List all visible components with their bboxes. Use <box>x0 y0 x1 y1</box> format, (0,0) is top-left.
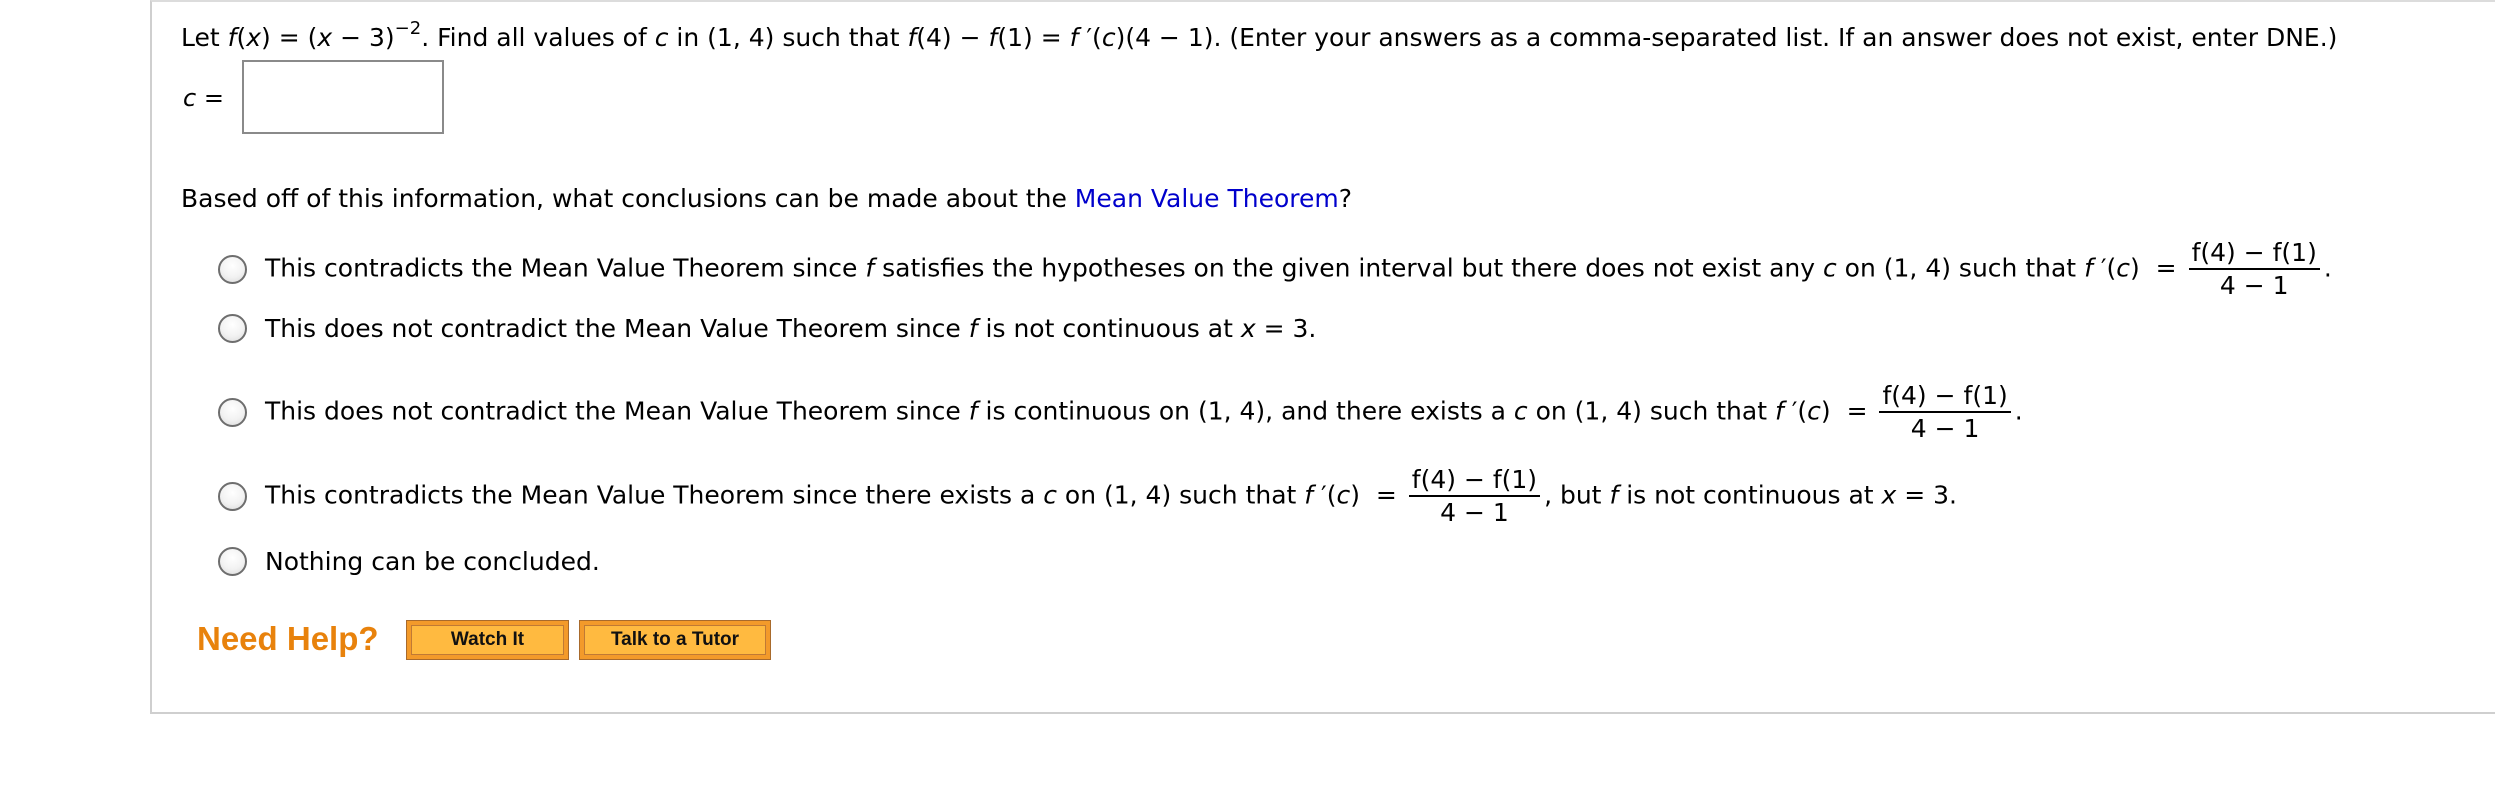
math-variable: c <box>2116 253 2131 283</box>
math-variable: f <box>968 396 978 426</box>
option-text-segment: ′( <box>1783 396 1808 426</box>
option-text-segment: , but <box>1544 480 1610 510</box>
fraction-denominator: 4 − 1 <box>1440 498 1509 528</box>
radio-button[interactable] <box>218 254 247 284</box>
radio-button[interactable] <box>218 547 247 576</box>
prompt-text: ? <box>1338 184 1352 213</box>
option-text: This contradicts the Mean Value Theorem … <box>265 237 2332 302</box>
q-text: (4) − <box>916 23 989 52</box>
option-text-segment: This contradicts the Mean Value Theorem … <box>265 480 1044 510</box>
math-variable: f <box>865 253 875 283</box>
q-math: c <box>654 23 669 52</box>
c-answer-input[interactable] <box>242 60 444 134</box>
math-variable: f <box>968 314 978 343</box>
radio-button[interactable] <box>218 397 247 427</box>
q-text: in (1, 4) such that <box>668 23 908 52</box>
q-text: ′( <box>1078 23 1102 52</box>
fraction-numerator: f(4) − f(1) <box>1879 380 2011 414</box>
option-text-segment: ) = <box>2130 253 2185 283</box>
option-text-segment: ) = <box>1350 480 1405 510</box>
option-text-segment: satisfies the hypotheses on the given in… <box>874 253 1823 283</box>
q-text: Let <box>181 23 228 52</box>
radio-button[interactable] <box>218 481 247 511</box>
option-text-segment: is continuous on (1, 4), and there exist… <box>977 396 1514 426</box>
option-text-segment: ) = <box>1820 396 1876 426</box>
fraction-numerator: f(4) − f(1) <box>2188 237 2320 271</box>
math-variable: f <box>2084 253 2093 283</box>
math-variable: x <box>1240 314 1256 343</box>
q-text: − 3) <box>332 23 395 52</box>
answer-option-3[interactable]: This does not contradict the Mean Value … <box>218 380 2023 445</box>
math-variable: c <box>1822 253 1837 283</box>
watch-it-label: Watch It <box>411 625 564 655</box>
mean-value-theorem-link[interactable]: Mean Value Theorem <box>1075 184 1339 213</box>
math-variable: c <box>1807 396 1821 426</box>
option-text-segment: This contradicts the Mean Value Theorem … <box>265 253 866 283</box>
option-text: This contradicts the Mean Value Theorem … <box>265 464 1957 529</box>
talk-to-tutor-button[interactable]: Talk to a Tutor <box>579 620 771 660</box>
mvt-prompt: Based off of this information, what conc… <box>181 184 1352 213</box>
option-text-segment: = 3. <box>1896 480 1958 510</box>
q-math: c <box>1101 23 1116 52</box>
question-text: Let f(x) = (x − 3)−2. Find all values of… <box>181 18 2337 52</box>
option-text-segment: ′( <box>1313 480 1337 510</box>
radio-button[interactable] <box>218 314 247 343</box>
option-text-segment: on (1, 4) such that <box>1056 480 1305 510</box>
option-text-segment: on (1, 4) such that <box>1836 253 2085 283</box>
fraction: f(4) − f(1) 4 − 1 <box>2188 237 2320 302</box>
option-text-segment: = 3. <box>1255 314 1317 343</box>
option-text-segment: . <box>2014 396 2023 426</box>
answer-option-1[interactable]: This contradicts the Mean Value Theorem … <box>218 237 2332 302</box>
option-text-segment: This does not contradict the Mean Value … <box>265 314 969 343</box>
question-panel <box>150 0 2495 714</box>
math-variable: f <box>1609 480 1619 510</box>
math-variable: f <box>1774 396 1784 426</box>
option-text: This does not contradict the Mean Value … <box>265 380 2023 445</box>
q-exponent: −2 <box>394 18 422 39</box>
need-help-label: Need Help? <box>197 620 379 657</box>
answer-option-4[interactable]: This contradicts the Mean Value Theorem … <box>218 464 1957 529</box>
fraction-denominator: 4 − 1 <box>2219 271 2289 301</box>
q-text: ( <box>236 23 247 52</box>
q-text: . Find all values of <box>421 23 655 52</box>
c-label: c = <box>183 84 224 112</box>
q-text: )(4 − 1). (Enter your answers as a comma… <box>1115 23 2338 52</box>
option-text-segment: This does not contradict the Mean Value … <box>265 396 969 426</box>
math-variable: x <box>1881 480 1897 510</box>
prompt-text: Based off of this information, what conc… <box>181 184 1075 213</box>
q-text: ) = ( <box>261 23 318 52</box>
fraction: f(4) − f(1) 4 − 1 <box>1879 380 2011 445</box>
answer-option-5[interactable]: Nothing can be concluded. <box>218 547 600 576</box>
q-math: x <box>246 23 261 52</box>
option-text-segment: ′( <box>2092 253 2117 283</box>
option-text-segment: on (1, 4) such that <box>1527 396 1775 426</box>
q-text: (1) = <box>997 23 1070 52</box>
math-variable: f <box>1304 480 1314 510</box>
answer-option-2[interactable]: This does not contradict the Mean Value … <box>218 314 1316 343</box>
option-text-segment: . <box>2323 253 2332 283</box>
option-text: Nothing can be concluded. <box>265 547 600 576</box>
talk-to-tutor-label: Talk to a Tutor <box>584 625 766 655</box>
q-math: x <box>317 23 333 52</box>
watch-it-button[interactable]: Watch It <box>406 620 569 660</box>
option-text-segment: Nothing can be concluded. <box>265 547 600 576</box>
fraction-denominator: 4 − 1 <box>1910 414 1980 444</box>
option-text-segment: is not continuous at <box>1618 480 1882 510</box>
fraction: f(4) − f(1) 4 − 1 <box>1408 464 1541 529</box>
option-text-segment: is not continuous at <box>977 314 1241 343</box>
q-math: f <box>907 23 917 52</box>
fraction-numerator: f(4) − f(1) <box>1408 464 1541 498</box>
math-variable: c <box>1336 480 1351 510</box>
math-variable: c <box>1513 396 1528 426</box>
option-text: This does not contradict the Mean Value … <box>265 314 1316 343</box>
math-variable: c <box>1043 480 1057 510</box>
